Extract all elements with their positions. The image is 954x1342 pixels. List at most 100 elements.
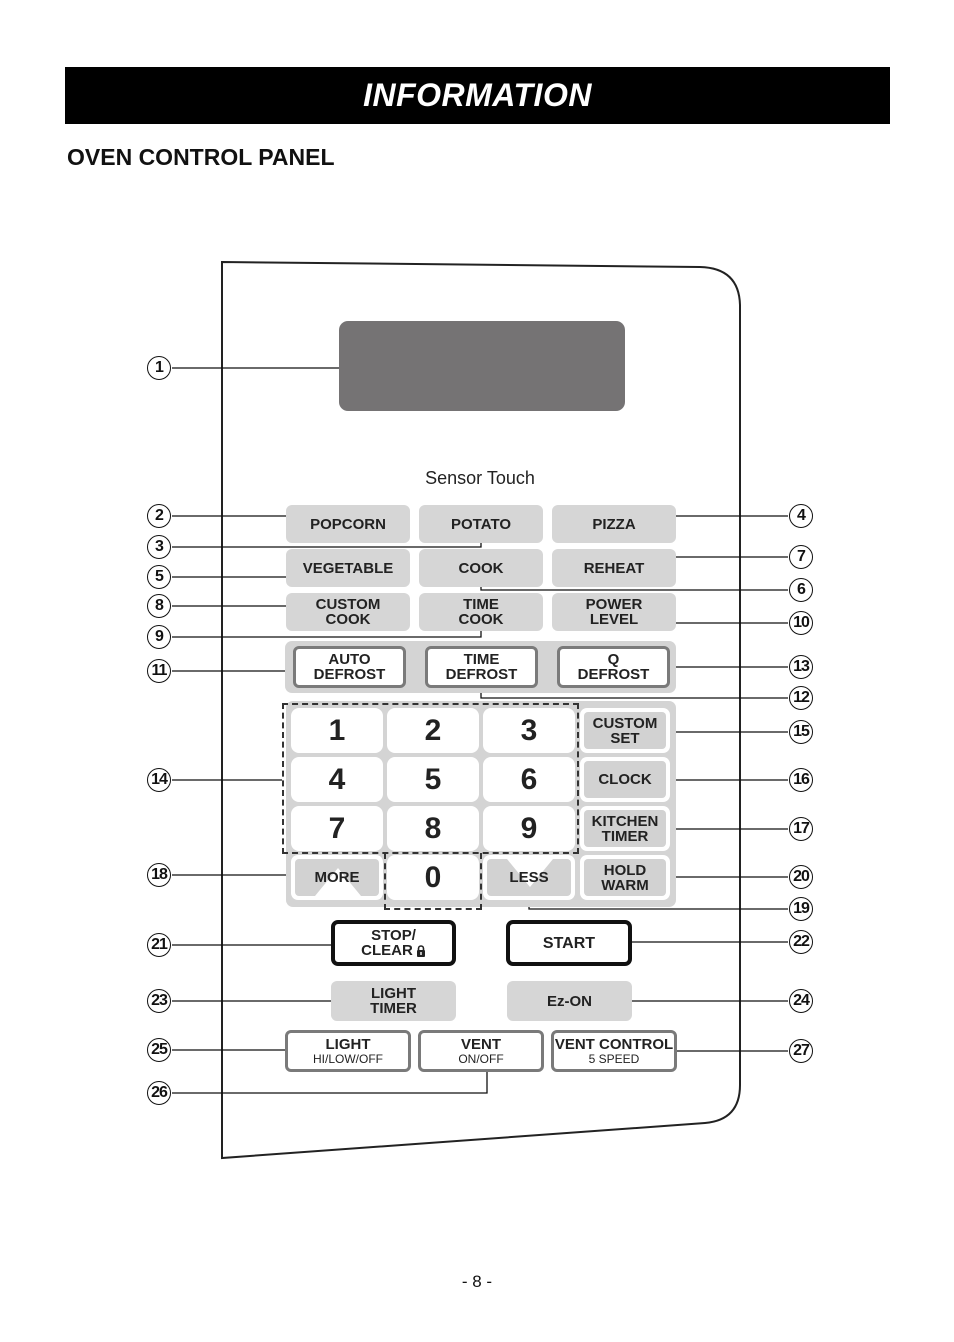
custom-cook-button[interactable]: CUSTOM COOK: [286, 593, 410, 631]
ez-on-button[interactable]: Ez-ON: [507, 981, 632, 1021]
callout-3: 3: [147, 535, 171, 559]
button-label: VEGETABLE: [302, 559, 394, 577]
callout-25: 25: [147, 1038, 171, 1062]
light-timer-button[interactable]: LIGHT TIMER: [331, 981, 456, 1021]
button-label: REHEAT: [583, 559, 645, 577]
start-button[interactable]: START: [506, 920, 632, 966]
q-defrost-button[interactable]: Q DEFROST: [557, 646, 670, 688]
button-sublabel: ON/OFF: [458, 1051, 504, 1066]
button-label: LIGHT: [325, 1035, 371, 1053]
button-face: HOLD WARM: [584, 859, 666, 896]
lock-icon: [416, 944, 425, 957]
number-key-9[interactable]: 9: [483, 806, 575, 851]
button-face: KITCHEN TIMER: [584, 810, 666, 847]
potato-button[interactable]: POTATO: [419, 505, 543, 543]
stop-clear-button[interactable]: STOP/ CLEAR: [331, 920, 456, 966]
callout-1: 1: [147, 356, 171, 380]
button-label: TIMER: [601, 827, 649, 845]
button-label: COOK: [458, 611, 504, 628]
callout-8: 8: [147, 594, 171, 618]
callout-26: 26: [147, 1081, 171, 1105]
callout-21: 21: [147, 933, 171, 957]
callout-9: 9: [147, 625, 171, 649]
button-label: START: [542, 934, 596, 952]
callout-5: 5: [147, 565, 171, 589]
callout-18: 18: [147, 863, 171, 887]
display-screen: [339, 321, 625, 411]
number-key-8[interactable]: 8: [387, 806, 479, 851]
number-key-6[interactable]: 6: [483, 757, 575, 802]
button-label: POWER: [585, 596, 643, 613]
power-level-button[interactable]: POWER LEVEL: [552, 593, 676, 631]
callout-6: 6: [789, 578, 813, 602]
number-key-1[interactable]: 1: [291, 708, 383, 753]
callout-15: 15: [789, 720, 813, 744]
number-key-7[interactable]: 7: [291, 806, 383, 851]
button-label: TIMER: [370, 1000, 417, 1017]
callout-4: 4: [789, 504, 813, 528]
reheat-button[interactable]: REHEAT: [552, 549, 676, 587]
custom-set-button[interactable]: CUSTOM SET: [580, 708, 670, 753]
light-button[interactable]: LIGHT HI/LOW/OFF: [285, 1030, 411, 1072]
button-label: SET: [610, 729, 640, 747]
popcorn-button[interactable]: POPCORN: [286, 505, 410, 543]
button-label: TIME: [463, 651, 500, 668]
button-sublabel: HI/LOW/OFF: [313, 1051, 383, 1066]
page-number: - 8 -: [461, 1272, 493, 1291]
button-label: COOK: [325, 611, 371, 628]
callout-14: 14: [147, 768, 171, 792]
cook-button[interactable]: COOK: [419, 549, 543, 587]
more-button-face: MORE: [295, 859, 379, 896]
button-label: VENT CONTROL: [554, 1035, 674, 1053]
number-key-4[interactable]: 4: [291, 757, 383, 802]
button-label: KITCHEN: [591, 812, 659, 830]
button-label: Q: [607, 651, 620, 668]
button-label: MORE: [314, 869, 360, 886]
button-label: CLOCK: [598, 771, 652, 788]
clock-button[interactable]: CLOCK: [580, 757, 670, 802]
callout-16: 16: [789, 768, 813, 792]
button-label: DEFROST: [577, 666, 650, 683]
less-button-face: LESS: [487, 859, 571, 896]
button-label: WARM: [601, 876, 649, 894]
button-label: CLEAR: [361, 942, 413, 959]
button-label: Ez-ON: [547, 992, 592, 1010]
callout-7: 7: [789, 545, 813, 569]
callout-12: 12: [789, 686, 813, 710]
button-label: POPCORN: [310, 515, 386, 533]
button-label: HOLD: [603, 861, 647, 879]
vent-button[interactable]: VENT ON/OFF: [418, 1030, 544, 1072]
callout-17: 17: [789, 817, 813, 841]
button-label: DEFROST: [313, 666, 386, 683]
number-key-5[interactable]: 5: [387, 757, 479, 802]
callout-20: 20: [789, 865, 813, 889]
callout-10: 10: [789, 611, 813, 635]
callout-24: 24: [789, 989, 813, 1013]
time-cook-button[interactable]: TIME COOK: [419, 593, 543, 631]
sensor-touch-label: Sensor Touch: [425, 468, 535, 488]
vent-control-button[interactable]: VENT CONTROL 5 SPEED: [551, 1030, 677, 1072]
callout-13: 13: [789, 655, 813, 679]
button-label: STOP/: [371, 927, 416, 944]
number-key-3[interactable]: 3: [483, 708, 575, 753]
callout-27: 27: [789, 1039, 813, 1063]
hold-warm-button[interactable]: HOLD WARM: [580, 855, 670, 900]
number-key-0[interactable]: 0: [387, 855, 479, 900]
time-defrost-button[interactable]: TIME DEFROST: [425, 646, 538, 688]
number-key-2[interactable]: 2: [387, 708, 479, 753]
more-button[interactable]: MORE: [291, 855, 383, 900]
less-button[interactable]: LESS: [483, 855, 575, 900]
button-label: LESS: [509, 869, 549, 886]
button-face: CLOCK: [584, 761, 666, 798]
button-label: PIZZA: [592, 515, 636, 533]
callout-11: 11: [147, 659, 171, 683]
button-label: TIME: [463, 596, 499, 613]
button-label: DEFROST: [445, 666, 518, 683]
auto-defrost-button[interactable]: AUTO DEFROST: [293, 646, 406, 688]
button-label: AUTO: [328, 651, 371, 668]
kitchen-timer-button[interactable]: KITCHEN TIMER: [580, 806, 670, 851]
button-label: CUSTOM: [592, 714, 658, 732]
vegetable-button[interactable]: VEGETABLE: [286, 549, 410, 587]
callout-2: 2: [147, 504, 171, 528]
pizza-button[interactable]: PIZZA: [552, 505, 676, 543]
